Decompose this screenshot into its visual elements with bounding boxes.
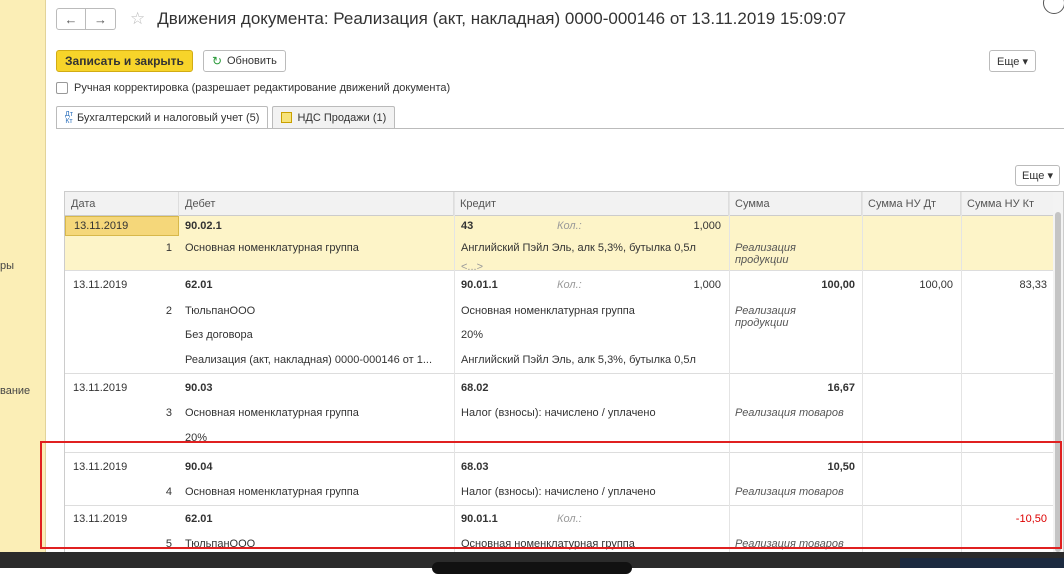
refresh-label: Обновить — [227, 55, 277, 67]
quantity-label: Кол.: — [557, 279, 582, 291]
date-cell: 13.11.2019 — [73, 279, 128, 291]
debit-subconto: ТюльпанООО — [185, 305, 256, 317]
date-cell: 13.11.2019 — [73, 382, 128, 394]
quantity-value: 1,000 — [693, 279, 721, 291]
manual-edit-label: Ручная корректировка (разрешает редактир… — [74, 82, 451, 94]
debit-account: 90.03 — [185, 382, 213, 394]
sum-nu-kt-value: 83,33 — [1019, 279, 1047, 291]
forward-button[interactable]: → — [86, 8, 116, 30]
tab-label: НДС Продажи (1) — [297, 111, 387, 124]
sum-value: 16,67 — [827, 382, 855, 394]
refresh-button[interactable]: ↻ Обновить — [202, 50, 286, 72]
page-title: Движения документа: Реализация (акт, нак… — [157, 9, 847, 28]
refresh-icon: ↻ — [211, 54, 222, 68]
grid-more-button[interactable]: Еще ▾ — [1015, 165, 1060, 186]
row-number: 2 — [165, 305, 172, 317]
credit-subconto: Налог (взносы): начислено / уплачено — [461, 407, 656, 419]
more-button[interactable]: Еще ▾ — [989, 50, 1036, 72]
row-number: 1 — [165, 242, 172, 254]
left-panel-item[interactable]: ры — [0, 260, 14, 272]
left-panel-item[interactable]: вание — [0, 385, 30, 397]
highlight-annotation-box — [40, 441, 1062, 549]
row-number: 3 — [165, 407, 172, 419]
tab-vat-sales[interactable]: НДС Продажи (1) — [272, 106, 396, 128]
table-row[interactable]: 13.11.2019 1 90.02.1 Основная номенклату… — [65, 216, 1063, 273]
column-header-debit[interactable]: Дебет — [179, 192, 454, 216]
tabs: Дт Кт Бухгалтерский и налоговый учет (5) … — [56, 106, 399, 129]
tab-label: Бухгалтерский и налоговый учет (5) — [76, 112, 260, 124]
taskbar — [0, 552, 1064, 574]
favorite-star-icon[interactable]: ☆ — [130, 9, 145, 29]
manual-edit-row: Ручная корректировка (разрешает редактир… — [56, 82, 450, 94]
taskbar-pill — [432, 562, 632, 574]
taskbar-region — [900, 558, 1064, 568]
credit-account: 68.02 — [461, 382, 489, 394]
sum-nu-dt-value: 100,00 — [919, 279, 953, 291]
debit-subconto: Основная номенклатурная группа — [185, 407, 359, 419]
debit-subconto: Реализация (акт, накладная) 0000-000146 … — [185, 354, 433, 366]
credit-subconto: Английский Пэйл Эль, алк 5,3%, бутылка 0… — [461, 354, 696, 366]
arrow-right-icon: → — [94, 11, 107, 27]
title-bar: ← → ☆ Движения документа: Реализация (ак… — [56, 6, 846, 32]
toolbar: Записать и закрыть ↻ Обновить — [56, 50, 286, 72]
sum-value: 100,00 — [821, 279, 855, 291]
column-header-date[interactable]: Дата — [65, 192, 179, 216]
column-header-sum-nu-kt[interactable]: Сумма НУ Кт — [961, 192, 1055, 216]
manual-edit-checkbox[interactable] — [56, 82, 68, 94]
date-cell[interactable]: 13.11.2019 — [65, 216, 179, 236]
quantity-label: Кол.: — [557, 220, 582, 232]
table-header: Дата Дебет Кредит Сумма Сумма НУ Дт Сумм… — [65, 192, 1063, 216]
credit-account: 90.01.1 — [461, 279, 498, 291]
debit-account: 90.02.1 — [185, 220, 222, 232]
arrow-left-icon: ← — [64, 11, 78, 27]
column-header-sum[interactable]: Сумма — [729, 192, 862, 216]
table-row[interactable]: 13.11.2019 2 62.01 ТюльпанООО Без догово… — [65, 271, 1063, 374]
debit-account: 62.01 — [185, 279, 213, 291]
credit-subconto: Основная номенклатурная группа — [461, 305, 635, 317]
dt-kt-icon: Дт Кт — [65, 111, 73, 125]
content-text: Реализация продукции — [735, 305, 796, 329]
tab-accounting[interactable]: Дт Кт Бухгалтерский и налоговый учет (5) — [56, 106, 269, 129]
content-text: Реализация продукции — [735, 242, 796, 266]
register-icon — [281, 112, 293, 123]
content-text: Реализация товаров — [735, 407, 844, 419]
debit-subconto: Без договора — [185, 329, 253, 341]
column-header-credit[interactable]: Кредит — [454, 192, 729, 216]
credit-account: 43 — [461, 220, 474, 232]
credit-subconto: Английский Пэйл Эль, алк 5,3%, бутылка 0… — [461, 242, 696, 254]
credit-subconto: 20% — [461, 329, 484, 341]
column-header-sum-nu-dt[interactable]: Сумма НУ Дт — [862, 192, 961, 216]
debit-subconto: Основная номенклатурная группа — [185, 242, 359, 254]
tab-divider — [56, 128, 1064, 129]
quantity-value: 1,000 — [693, 220, 721, 232]
back-button[interactable]: ← — [56, 8, 86, 30]
save-and-close-button[interactable]: Записать и закрыть — [56, 50, 193, 72]
